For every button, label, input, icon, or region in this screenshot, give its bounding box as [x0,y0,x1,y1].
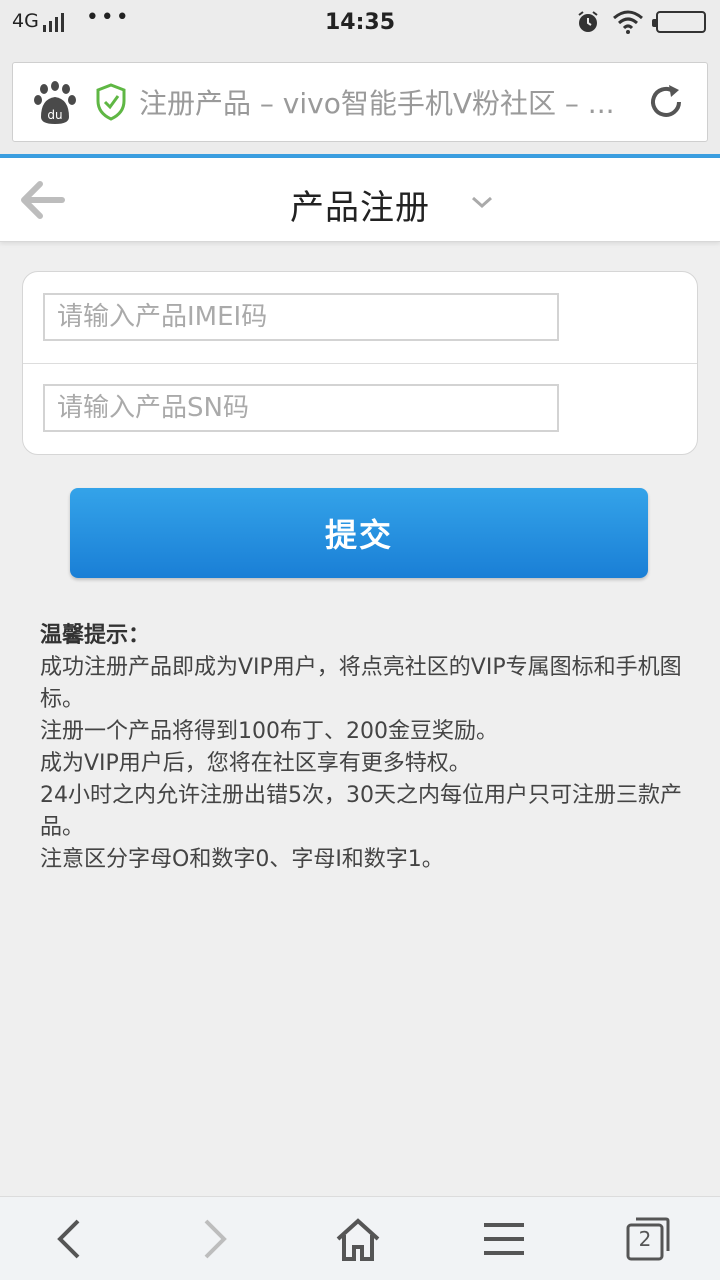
secure-shield-icon [96,83,126,121]
tips-section: 温馨提示： 成功注册产品即成为VIP用户，将点亮社区的VIP专属图标和手机图标。… [40,620,690,876]
alarm-icon [578,11,598,32]
baidu-paw-icon[interactable]: du [33,81,77,125]
tabs-button[interactable]: 2 [624,1215,672,1263]
browser-bottom-nav: 2 [0,1196,720,1280]
page-header: 产品注册 [0,158,720,242]
submit-button[interactable]: 提交 [70,488,648,578]
tip-line: 注意区分字母O和数字0、字母I和数字1。 [40,847,444,872]
status-bar: 4G ••• 14:35 [0,0,720,48]
wifi-icon [613,10,643,34]
battery-icon [652,11,706,33]
page-url-title[interactable]: 注册产品 – vivo智能手机V粉社区 – ... [139,84,639,124]
status-right [576,10,706,34]
tips-title: 温馨提示： [40,623,151,648]
tip-line: 成功注册产品即成为VIP用户，将点亮社区的VIP专属图标和手机图标。 [40,655,682,712]
reload-icon[interactable] [645,81,687,123]
tip-line: 成为VIP用户后，您将在社区享有更多特权。 [40,751,471,776]
menu-icon[interactable] [480,1215,528,1263]
page-title[interactable]: 产品注册 [0,180,720,229]
tip-line: 注册一个产品将得到100布丁、200金豆奖励。 [40,719,498,744]
nav-forward-icon[interactable] [190,1215,238,1263]
form-divider [23,363,697,364]
tab-count: 2 [638,1227,652,1251]
home-icon[interactable] [334,1215,382,1263]
registration-form [22,271,698,455]
chevron-down-icon[interactable] [470,194,494,210]
tip-line: 24小时之内允许注册出错5次，30天之内每位用户只可注册三款产品。 [40,783,682,840]
nav-back-icon[interactable] [46,1215,94,1263]
sn-input[interactable] [43,384,559,432]
address-bar[interactable]: du 注册产品 – vivo智能手机V粉社区 – ... [12,62,708,142]
browser-toolbar: du 注册产品 – vivo智能手机V粉社区 – ... [0,48,720,154]
imei-input[interactable] [43,293,559,341]
svg-text:du: du [47,108,62,122]
